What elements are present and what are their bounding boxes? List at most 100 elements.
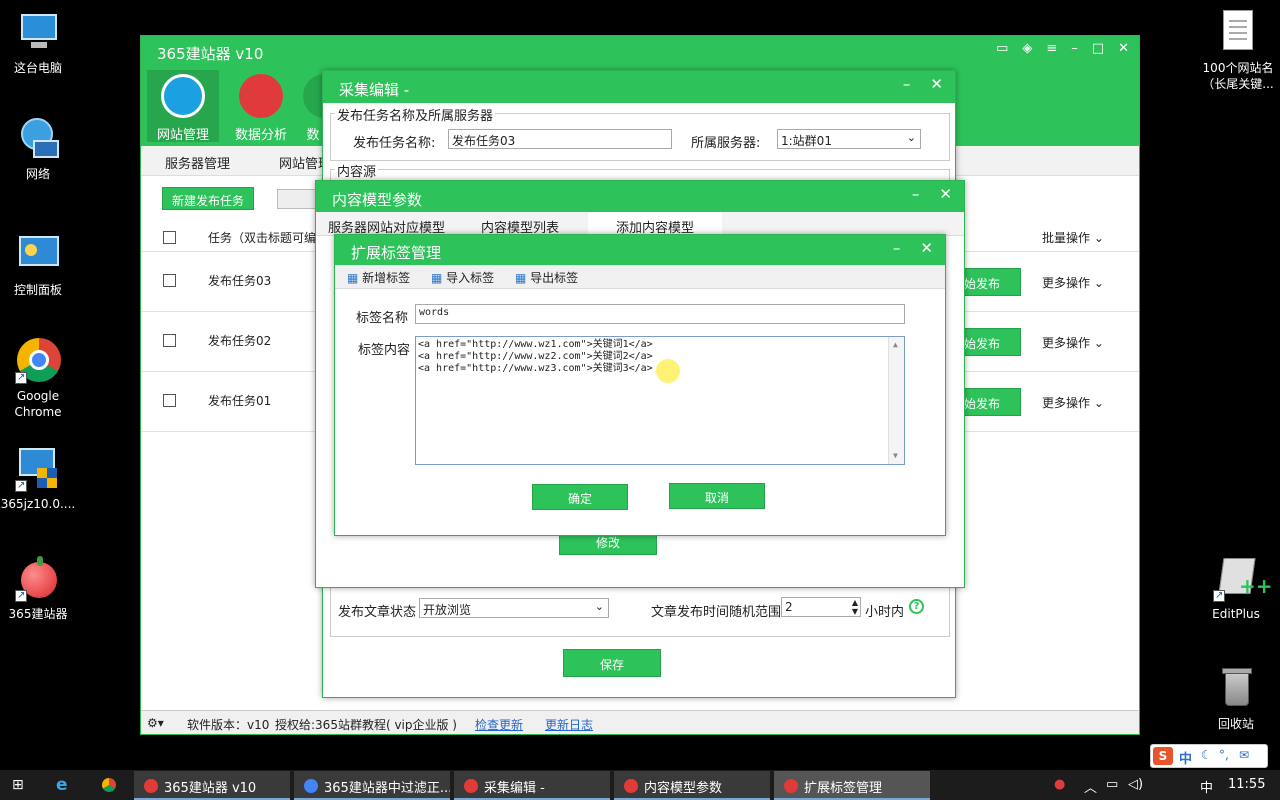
menu-icon[interactable]: ≡ [1046,41,1057,56]
select-all-checkbox[interactable] [163,231,176,244]
apple-tray-icon[interactable]: ● [1054,777,1065,792]
export-tag-button[interactable]: ▦ 导出标签 [515,269,578,286]
ime-indicator[interactable]: 中 [1200,777,1213,796]
sogou-ime-bar[interactable]: S 中 ☾ °, ✉ [1150,744,1268,768]
shortcut-icon [15,588,27,604]
chevron-down-icon: ⌄ [1093,336,1104,350]
row-more-operations[interactable]: 更多操作 ⌄ [1042,274,1104,291]
tag-content-textarea[interactable]: <a href="http://www.wz1.com">关键词1</a> <a… [415,336,905,465]
ribbon-icon [303,74,323,118]
desktop-icon-365jz-installer[interactable]: 365jz10.0.... [0,446,76,512]
ribbon-data-analysis[interactable]: 数据分析 [225,70,297,143]
computer-icon [15,10,61,56]
close-icon[interactable]: ✕ [930,75,943,93]
row-publish-button[interactable]: 始发布 [961,388,1021,416]
desktop-icon-365jz[interactable]: 365建站器 [0,556,76,622]
chevron-up-icon[interactable]: ︿ [1084,777,1097,796]
row-more-operations[interactable]: 更多操作 ⌄ [1042,394,1104,411]
header-batch-operations[interactable]: 批量操作 ⌄ [1042,229,1104,246]
header-task: 任务（双击标题可编 [208,231,317,245]
document-icon [1215,10,1261,56]
chrome-taskbar-icon[interactable] [102,778,116,792]
apple-icon [784,779,798,793]
desktop-icon-site-names-file[interactable]: 100个网站名（长尾关键... [1196,10,1280,92]
desktop-icon-label: 回收站 [1217,717,1254,731]
desktop-icon-label: 网络 [25,167,50,181]
close-icon[interactable]: ✕ [1118,41,1129,56]
desktop-icon-control-panel[interactable]: 控制面板 [0,232,76,298]
new-publish-task-button[interactable]: 新建发布任务 [162,187,254,210]
feedback-icon[interactable]: ▭ [996,41,1008,56]
taskbar-item-tag-management[interactable]: 扩展标签管理 [774,771,930,800]
ribbon-item-partial[interactable]: 数 [303,70,323,142]
status-bar: ⚙▾ 软件版本：v10 授权给:365站群教程( vip企业版 ) 检查更新 更… [141,710,1139,734]
row-checkbox[interactable] [163,274,176,287]
section-legend: 发布任务名称及所属服务器 [335,105,496,124]
chevron-down-icon: ⌄ [1093,396,1104,410]
clock[interactable]: 11:55 [1228,777,1265,792]
ie-icon[interactable]: e [56,775,68,795]
ime-mode-label: 中 [1179,752,1193,767]
ribbon-site-management[interactable]: 网站管理 [147,70,219,143]
spinner-icon[interactable]: ▲ ▼ [852,598,858,616]
help-icon[interactable]: ? [909,599,924,614]
task-name-input[interactable]: 发布任务03 [448,129,672,149]
minimize-icon[interactable]: – [903,75,911,93]
save-button[interactable]: 保存 [563,649,661,677]
more-label: 更多操作 [1042,336,1091,350]
taskbar-item-content-model[interactable]: 内容模型参数 [614,771,770,800]
taskbar-item-collect-edit[interactable]: 采集编辑 - [454,771,610,800]
server-label: 所属服务器: [691,136,761,151]
network-tray-icon[interactable]: ▭ [1106,777,1118,792]
minimize-icon[interactable]: – [893,239,901,257]
publish-time-input[interactable]: 2 ▲ ▼ [781,597,861,617]
desktop-icon-chrome[interactable]: Google Chrome [0,338,76,420]
cancel-button[interactable]: 取消 [669,483,765,509]
desktop-icon-this-pc[interactable]: 这台电脑 [0,10,76,76]
import-tag-button[interactable]: ▦ 导入标签 [431,269,494,286]
changelog-link[interactable]: 更新日志 [545,716,593,733]
confirm-button[interactable]: 确定 [532,484,628,510]
tag-name-input[interactable]: words [415,304,905,324]
volume-icon[interactable]: ◁) [1128,777,1143,792]
desktop-icon-recycle-bin[interactable]: 回收站 [1198,666,1274,732]
close-icon[interactable]: ✕ [939,185,952,203]
settings-icon[interactable]: ⚙▾ [147,716,164,730]
publish-time-value: 2 [785,600,793,614]
add-tag-button[interactable]: ▦ 新增标签 [347,269,410,286]
check-update-link[interactable]: 检查更新 [475,716,523,733]
row-checkbox[interactable] [163,334,176,347]
server-select[interactable]: 1:站群01 ⌄ [777,129,921,149]
taskbar-item-browser[interactable]: 365建站器中过滤正... [294,771,450,800]
chevron-down-icon: ⌄ [906,131,916,144]
row-publish-button[interactable]: 始发布 [961,268,1021,296]
minimize-icon[interactable]: – [912,185,920,203]
task-label: 365建站器中过滤正... [324,781,450,796]
row-more-operations[interactable]: 更多操作 ⌄ [1042,334,1104,351]
textarea-scrollbar[interactable]: ▲ ▼ [888,337,904,464]
windows-start-icon[interactable]: ⊞ [12,777,24,793]
app-title: 365建站器 v10 [157,45,264,63]
desktop-icon-label: 365建站器 [8,607,68,621]
tab-add-model[interactable]: 添加内容模型 [588,212,723,236]
maximize-icon[interactable]: □ [1092,41,1104,56]
desktop-icon-network[interactable]: 网络 [0,116,76,182]
dialog-title: 采集编辑 - [339,81,410,99]
control-panel-icon [15,232,61,278]
dialog-titlebar: 内容模型参数 – ✕ [316,181,964,213]
row-publish-button[interactable]: 始发布 [961,328,1021,356]
desktop-icon-editplus[interactable]: ++ EditPlus [1198,556,1274,622]
row-checkbox[interactable] [163,394,176,407]
minimize-icon[interactable]: – [1071,41,1078,56]
taskbar-item-app[interactable]: 365建站器 v10 [134,771,290,800]
chevron-down-icon: ⌄ [1093,231,1104,245]
close-icon[interactable]: ✕ [920,239,933,257]
article-status-select[interactable]: 开放浏览 ⌄ [419,598,609,618]
scroll-up-icon[interactable]: ▲ [893,339,898,351]
dialog-titlebar: 采集编辑 - – ✕ [323,71,955,103]
skin-icon[interactable]: ◈ [1022,41,1032,56]
article-status-label: 发布文章状态 [338,605,417,620]
subnav-server-management[interactable]: 服务器管理 [165,153,230,172]
scroll-down-icon[interactable]: ▼ [893,450,898,462]
ribbon-label: 数据分析 [234,128,287,143]
